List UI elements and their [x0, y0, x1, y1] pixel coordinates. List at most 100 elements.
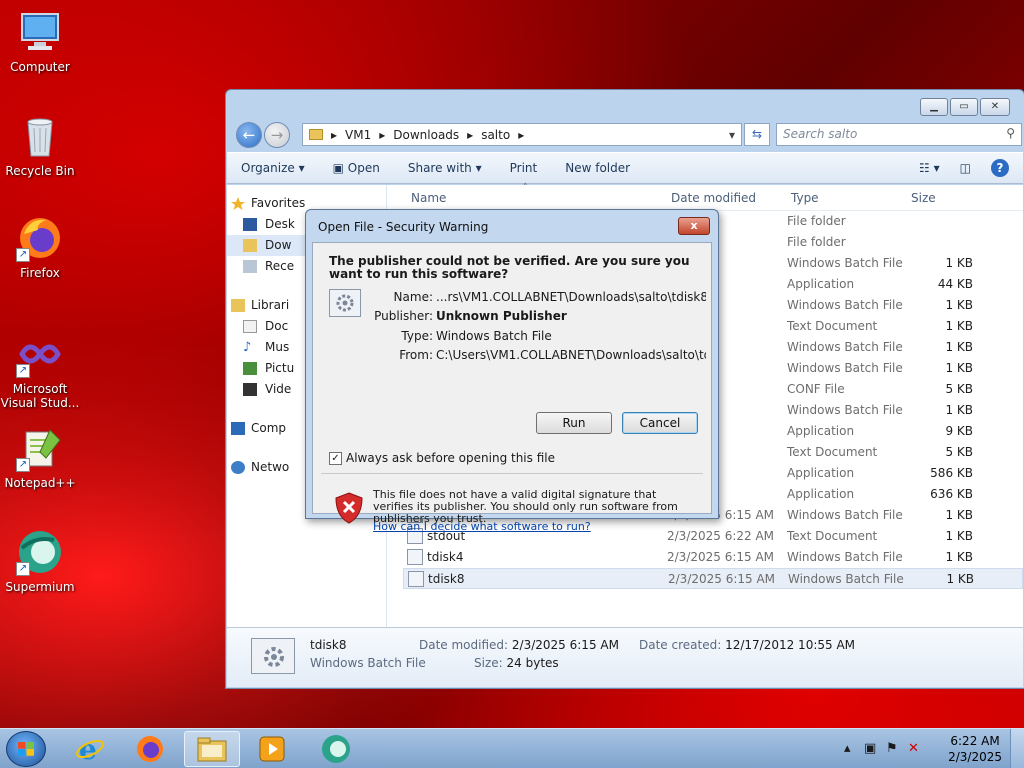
taskbar-firefox[interactable]	[122, 731, 178, 767]
always-ask-label: Always ask before opening this file	[346, 451, 555, 465]
open-button[interactable]: ▣ Open	[333, 161, 380, 175]
desktop-icon-label: Firefox	[20, 266, 60, 280]
breadcrumb[interactable]: ▸ VM1 ▸ Downloads ▸ salto ▸ ▾	[302, 123, 742, 146]
show-hidden-icons-icon[interactable]: ▴	[844, 741, 851, 756]
cancel-button[interactable]: Cancel	[622, 412, 698, 434]
desktop-icon	[243, 218, 257, 231]
desktop-icon-supermium[interactable]: ↗ Supermium	[0, 528, 80, 594]
recycle-bin-icon	[16, 112, 64, 160]
publisher-label: Publisher:	[374, 309, 433, 323]
computer-icon	[16, 8, 64, 56]
open-icon: ▣	[332, 161, 344, 175]
nav-label: Comp	[251, 421, 287, 435]
breadcrumb-separator-icon: ▸	[331, 127, 338, 142]
details-label: Size:	[474, 656, 503, 670]
taskbar-internet-explorer[interactable]: e	[62, 731, 118, 767]
always-ask-checkbox[interactable]: ✓	[329, 451, 342, 465]
file-size: 1 KB	[945, 256, 973, 270]
desktop-icon-computer[interactable]: Computer	[0, 8, 80, 74]
taskbar-file-explorer[interactable]	[184, 731, 240, 767]
desktop-icon-notepad-plus-plus[interactable]: ↗ Notepad++	[0, 424, 80, 490]
supermium-icon	[322, 735, 350, 763]
table-row[interactable]: tdisk4 2/3/2025 6:15 AM Windows Batch File…	[403, 547, 1023, 568]
column-date-modified[interactable]: Date modified	[671, 191, 756, 205]
from-value: C:\Users\VM1.COLLABNET\Downloads\salto\t…	[436, 348, 706, 362]
taskbar-supermium[interactable]	[308, 731, 364, 767]
file-type: Windows Batch File	[787, 403, 903, 417]
clock[interactable]: 6:22 AM 2/3/2025	[948, 733, 1002, 765]
documents-icon	[243, 320, 257, 333]
nav-label: Desk	[265, 217, 295, 231]
file-type: Application	[787, 424, 855, 438]
file-type: Application	[787, 466, 855, 480]
refresh-button[interactable]: ⇆	[744, 123, 770, 146]
details-file-type: Windows Batch File	[310, 656, 426, 670]
batch-file-icon	[407, 549, 423, 565]
start-button[interactable]	[6, 731, 46, 767]
visual-studio-icon: ↗	[16, 330, 64, 378]
window-controls: ▁ ▭ ✕	[920, 98, 1010, 116]
from-label: From:	[399, 348, 433, 362]
column-headers: Name ˄ Date modified Type Size	[403, 183, 1023, 211]
search-placeholder: Search salto	[783, 127, 858, 141]
breadcrumb-separator-icon: ▸	[379, 127, 386, 142]
taskbar-media-player[interactable]	[244, 731, 300, 767]
print-button[interactable]: Print	[510, 161, 538, 175]
file-size: 5 KB	[945, 445, 973, 459]
close-button[interactable]: ✕	[980, 98, 1010, 116]
desktop-icon-label: Computer	[10, 60, 70, 74]
new-folder-button[interactable]: New folder	[565, 161, 630, 175]
action-center-flag-icon[interactable]: ⚑	[886, 741, 898, 756]
run-button[interactable]: Run	[536, 412, 612, 434]
file-type: File folder	[787, 214, 846, 228]
breadcrumb-item[interactable]: VM1	[345, 128, 371, 142]
minimize-button[interactable]: ▁	[920, 98, 948, 116]
column-size[interactable]: Size	[911, 191, 936, 205]
table-row[interactable]: tdisk8 2/3/2025 6:15 AM Windows Batch File…	[403, 568, 1023, 589]
desktop-icon-firefox[interactable]: ↗ Firefox	[0, 214, 80, 280]
breadcrumb-item[interactable]: Downloads	[393, 128, 459, 142]
column-type[interactable]: Type	[791, 191, 819, 205]
column-name[interactable]: Name	[411, 191, 446, 205]
volume-muted-icon[interactable]: ✕	[908, 741, 919, 756]
file-name: tdisk4	[427, 550, 464, 564]
desktop-icon-recycle-bin[interactable]: Recycle Bin	[0, 112, 80, 178]
forward-button[interactable]: →	[264, 122, 290, 148]
organize-button[interactable]: Organize ▾	[241, 161, 305, 175]
desktop-icon-label: Recycle Bin	[5, 164, 75, 178]
help-link[interactable]: How can I decide what software to run?	[373, 520, 591, 533]
details-value: 24 bytes	[506, 656, 559, 670]
show-desktop-button[interactable]	[1010, 729, 1024, 768]
dialog-close-button[interactable]: x	[678, 217, 710, 235]
nav-label: Favorites	[251, 196, 306, 210]
desktop-icon-visual-studio[interactable]: ↗ Microsoft Visual Stud...	[0, 330, 80, 410]
view-options-button[interactable]: ☷ ▾	[919, 161, 940, 175]
always-ask-row[interactable]: ✓ Always ask before opening this file	[329, 451, 555, 465]
dialog-body: The publisher could not be verified. Are…	[312, 242, 712, 533]
shield-warning-icon	[335, 492, 363, 524]
details-label: Date created:	[639, 638, 722, 652]
supermium-icon: ↗	[16, 528, 64, 576]
file-type: Application	[787, 487, 855, 501]
search-input[interactable]: Search salto ⚲	[776, 123, 1022, 146]
breadcrumb-item[interactable]: salto	[481, 128, 510, 142]
maximize-button[interactable]: ▭	[950, 98, 978, 116]
file-size: 1 KB	[945, 403, 973, 417]
share-with-button[interactable]: Share with ▾	[408, 161, 482, 175]
details-date-created: Date created: 12/17/2012 10:55 AM	[639, 638, 855, 652]
help-icon[interactable]: ?	[991, 159, 1009, 177]
address-dropdown-icon[interactable]: ▾	[729, 128, 735, 142]
taskbar: e ▴ ▣ ⚑ ✕ 6:22 AM 2/3/2025	[0, 728, 1024, 768]
chevron-down-icon: ▾	[298, 161, 305, 175]
clock-date: 2/3/2025	[948, 750, 1002, 764]
chevron-down-icon: ▾	[475, 161, 482, 175]
star-icon	[231, 197, 245, 210]
nav-label: Vide	[265, 382, 292, 396]
type-value: Windows Batch File	[436, 329, 552, 343]
network-icon[interactable]: ▣	[864, 741, 876, 756]
shortcut-arrow-icon: ↗	[16, 562, 30, 576]
back-button[interactable]: ←	[236, 122, 262, 148]
details-file-name: tdisk8	[310, 638, 347, 652]
name-label: Name:	[393, 290, 433, 304]
preview-pane-button[interactable]: ◫	[960, 161, 971, 175]
